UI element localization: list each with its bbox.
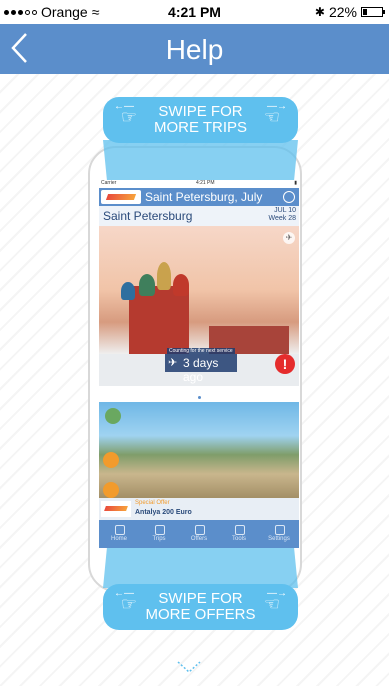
tab-settings: Settings: [259, 520, 299, 548]
tab-home: Home: [99, 520, 139, 548]
orange-marker-icon: [103, 482, 119, 498]
swipe-offers-banner: ←— —→ ☞ ☜ SWIPE FOR MORE OFFERS: [103, 584, 298, 630]
mini-nav-bar: Saint Petersburg, July: [99, 188, 299, 206]
navigation-bar: Help: [0, 24, 389, 74]
bluetooth-icon: ✱: [314, 5, 325, 19]
swipe-trips-banner: ←— —→ ☞ ☜ SWIPE FOR MORE TRIPS: [103, 97, 298, 143]
battery-group: ✱ 22%: [314, 4, 385, 20]
trip-date: JUL 10 Week 28: [269, 207, 297, 223]
status-bar: Orange ≈ 4:21 PM ✱ 22%: [0, 0, 389, 24]
tab-tools: Tools: [219, 520, 259, 548]
offer-image: [99, 402, 299, 498]
page-title: Help: [165, 34, 224, 65]
trip-image: ✈ Counting for the next service ✈ 3 days…: [99, 226, 299, 386]
countdown-badge: Counting for the next service ✈ 3 days a…: [165, 348, 237, 384]
dome-blue: [121, 282, 135, 300]
swipe-hand-icon: ☞: [120, 107, 138, 127]
offer-caption: Special Offer Antalya 200 Euro: [99, 498, 299, 520]
offer-title: Antalya 200 Euro: [135, 509, 192, 516]
countdown-value: 3 days ago: [183, 356, 219, 384]
plane-badge-icon: ✈: [283, 232, 295, 244]
swipe-highlight-bottom: [103, 548, 298, 588]
battery-percent: 22%: [328, 4, 357, 20]
mini-battery-icon: ▮: [294, 180, 297, 186]
mini-tab-bar: Home Trips Offers Tools Settings: [99, 520, 299, 548]
countdown-caption: Counting for the next service: [167, 348, 235, 354]
swipe-hand-icon: ☞: [120, 594, 138, 614]
tab-offers: Offers: [179, 520, 219, 548]
orange-marker-icon: [103, 452, 119, 468]
mini-nav-title: Saint Petersburg, July: [145, 190, 263, 204]
mini-status-bar: Carrier 4:21 PM ▮: [99, 180, 299, 188]
swipe-hand-icon: ☜: [263, 594, 281, 614]
trip-date-day: JUL 10: [274, 207, 296, 214]
alert-badge: !: [275, 354, 295, 374]
dome-gold: [157, 262, 171, 290]
mini-time: 4:21 PM: [195, 180, 215, 186]
trip-city: Saint Petersburg: [103, 209, 193, 223]
airline-logo: [101, 190, 141, 204]
cathedral-body: [129, 286, 189, 356]
dome-red: [173, 274, 189, 296]
scroll-down-icon[interactable]: [176, 660, 202, 674]
trip-date-week: Week 28: [268, 215, 297, 222]
tab-trips: Trips: [139, 520, 179, 548]
swipe-highlight-top: [103, 140, 298, 180]
plane-icon: ✈: [168, 357, 178, 369]
dome-green: [139, 274, 155, 296]
menu-icon: [283, 191, 295, 203]
app-screen-preview: Carrier 4:21 PM ▮ Saint Petersburg, July…: [99, 180, 299, 548]
offer-label: Special Offer: [135, 500, 170, 506]
offer-badge-icon: [105, 408, 121, 424]
mini-carrier: Carrier: [101, 180, 117, 186]
battery-icon: [361, 7, 385, 17]
swipe-hand-icon: ☜: [263, 107, 281, 127]
page-indicator: [99, 386, 299, 402]
trip-header: Saint Petersburg JUL 10 Week 28: [99, 206, 299, 226]
offer-logo: [101, 501, 131, 517]
